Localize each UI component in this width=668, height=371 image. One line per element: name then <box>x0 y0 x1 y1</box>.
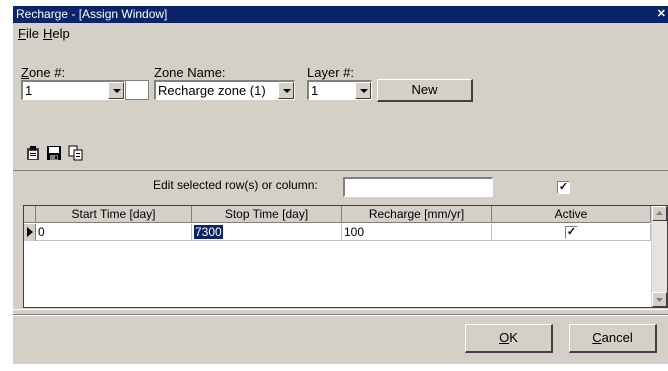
menu-bar: File Help <box>13 25 668 43</box>
column-header-recharge[interactable]: Recharge [mm/yr] <box>342 206 492 223</box>
recharge-table: Start Time [day] Stop Time [day] Recharg… <box>23 205 668 308</box>
arrow-down-icon <box>656 298 663 302</box>
edit-selected-label: Edit selected row(s) or column: <box>153 178 318 192</box>
copy-icon[interactable] <box>68 145 84 161</box>
row-header-empty <box>24 241 36 307</box>
cell-start[interactable]: 0 <box>36 224 192 241</box>
vertical-scrollbar[interactable] <box>651 206 667 307</box>
chevron-down-icon[interactable] <box>355 82 371 99</box>
menu-help[interactable]: Help <box>43 26 70 41</box>
zone-number-combo[interactable]: 1 <box>21 80 125 100</box>
chevron-down-icon[interactable] <box>278 82 294 99</box>
divider <box>13 314 668 316</box>
arrow-up-icon <box>656 211 663 215</box>
zone-name-combo[interactable]: Recharge zone (1) <box>154 80 295 100</box>
grid-area: Edit selected row(s) or column: ✓ Start … <box>13 170 668 310</box>
layer-value: 1 <box>311 83 319 98</box>
cell-stop[interactable]: 7300 <box>192 224 342 241</box>
paste-icon[interactable] <box>25 145 41 161</box>
cell-recharge[interactable]: 100 <box>342 224 492 241</box>
window-title: Recharge - [Assign Window] <box>16 7 168 21</box>
column-header-active[interactable]: Active <box>492 206 651 223</box>
check-icon: ✓ <box>558 181 569 193</box>
zone-name-value: Recharge zone (1) <box>158 83 266 98</box>
edit-selected-input[interactable] <box>343 177 493 197</box>
new-button[interactable]: New <box>377 79 473 102</box>
chevron-down-icon[interactable] <box>108 82 124 99</box>
column-header-start[interactable]: Start Time [day] <box>36 206 192 223</box>
close-icon[interactable]: ✕ <box>657 6 666 23</box>
row-indicator[interactable] <box>24 224 36 241</box>
check-icon: ✓ <box>566 226 577 238</box>
assign-window: Recharge - [Assign Window] ✕ File Help Z… <box>13 6 668 364</box>
column-header-stop[interactable]: Stop Time [day] <box>192 206 342 223</box>
ok-button[interactable]: OK <box>465 324 553 353</box>
save-icon[interactable] <box>46 145 62 161</box>
layer-combo[interactable]: 1 <box>307 80 372 100</box>
edit-active-checkbox[interactable]: ✓ <box>557 181 570 194</box>
row-active-checkbox[interactable]: ✓ <box>565 226 578 239</box>
zone-number-value: 1 <box>25 83 33 98</box>
cancel-button[interactable]: Cancel <box>569 324 657 353</box>
zone-number-label: Zone #: <box>21 65 66 80</box>
scroll-up-button[interactable] <box>652 206 667 221</box>
cell-stop-value[interactable]: 7300 <box>194 225 223 239</box>
menu-file[interactable]: File <box>18 26 39 41</box>
zone-name-label: Zone Name: <box>154 65 226 80</box>
title-bar[interactable]: Recharge - [Assign Window] ✕ <box>13 6 668 23</box>
row-pointer-icon <box>27 227 33 237</box>
row-header-corner <box>24 206 36 223</box>
cell-active[interactable]: ✓ <box>492 224 651 241</box>
scroll-down-button[interactable] <box>652 292 667 307</box>
zone-color-swatch[interactable] <box>125 80 149 100</box>
layer-label: Layer #: <box>307 65 354 80</box>
